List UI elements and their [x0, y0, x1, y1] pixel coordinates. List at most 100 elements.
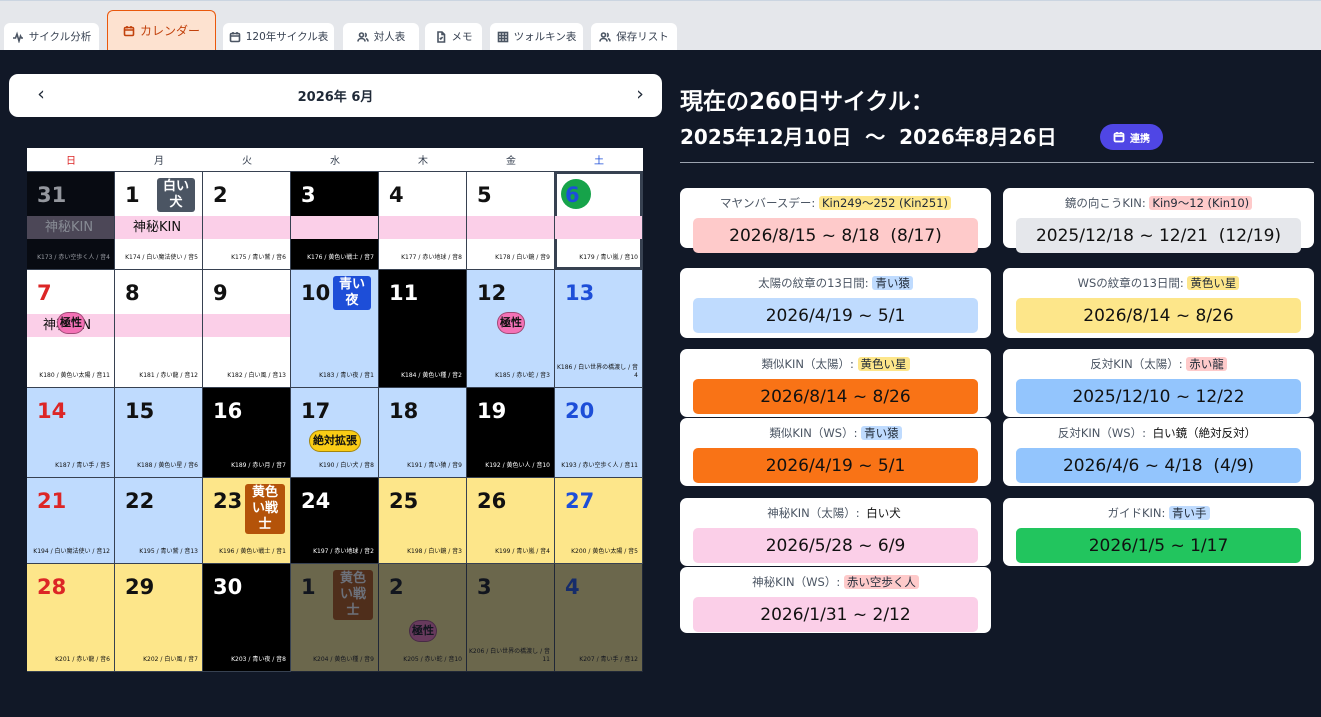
day-cell[interactable]: 19 K192 / 黄色い人 / 音10 [467, 388, 555, 478]
card-date-range: 2026/5/28 ~ 6/9 [693, 528, 978, 563]
day-cell[interactable]: 24 K197 / 赤い地球 / 音2 [291, 478, 379, 564]
day-cell[interactable]: 17 絶対拡張 K190 / 白い犬 / 音8 [291, 388, 379, 478]
kin-label: K189 / 赤い月 / 音7 [231, 462, 286, 469]
polarity-pill: 極性 [57, 312, 85, 334]
day-cell[interactable]: 7神秘KIN極性K180 / 黄色い太陽 / 音11 [27, 270, 115, 388]
tab-4[interactable]: 対人表 [343, 23, 419, 50]
weekday-header: 日 [27, 148, 115, 172]
calendar-icon [229, 31, 241, 42]
calendar-icon [123, 25, 135, 36]
day-number: 24 [301, 489, 331, 513]
day-cell[interactable]: 8 K181 / 赤い龍 / 音12 [115, 270, 203, 388]
day-cell[interactable]: 1 白い 犬神秘KIN K174 / 白い魔法使い / 音5 [115, 172, 203, 270]
card-label: 類似KIN（WS）: 青い猿 [680, 425, 991, 442]
cycle-card: 鏡の向こうKIN: Kin9〜12 (Kin10) 2025/12/18 ~ 12… [1003, 188, 1314, 253]
band-label: 神秘KIN [133, 220, 182, 235]
mystery-kin-band [291, 216, 378, 239]
day-number: 30 [213, 575, 243, 599]
card-label: 類似KIN（太陽）: 黄色い星 [680, 356, 991, 373]
kin-label: K195 / 青い鷲 / 音13 [139, 548, 198, 555]
tab-6[interactable]: ツォルキン表 [490, 23, 583, 50]
cycle-card: 神秘KIN（WS）: 赤い空歩く人 2026/1/31 ~ 2/12 [680, 567, 991, 633]
card-date-range: 2026/8/15 ~ 8/18 (8/17) [693, 218, 978, 253]
day-number: 26 [477, 489, 507, 513]
day-cell[interactable]: 22 K195 / 青い鷲 / 音13 [115, 478, 203, 564]
card-label: マヤンバースデー: Kin249〜252 (Kin251) [680, 195, 991, 212]
card-chip: 黄色い星 [857, 357, 910, 371]
polarity-pill: 絶対拡張 [309, 430, 361, 452]
day-seal-badge: 白い 犬 [157, 178, 195, 212]
day-number: 27 [565, 489, 595, 513]
calendar-icon [1113, 132, 1125, 143]
day-cell[interactable]: 5 K178 / 白い鏡 / 音9 [467, 172, 555, 270]
day-cell[interactable]: 15 K188 / 黄色い星 / 音6 [115, 388, 203, 478]
prev-month-button[interactable]: ‹ [29, 83, 53, 105]
day-number: 23 [213, 489, 243, 513]
day-cell[interactable]: 14 K187 / 青い手 / 音5 [27, 388, 115, 478]
tab-1[interactable]: サイクル分析 [4, 23, 99, 50]
card-label: 鏡の向こうKIN: Kin9〜12 (Kin10) [1003, 195, 1314, 212]
day-number: 7 [37, 281, 52, 305]
day-number: 17 [301, 399, 331, 423]
calendar-grid: 日月火水木金土 31 神秘KIN K173 / 赤い空歩く人 / 音4 1 白い 犬神秘K… [27, 148, 643, 672]
cycle-card: 類似KIN（WS）: 青い猿 2026/4/19 ~ 5/1 [680, 418, 991, 486]
day-cell[interactable]: 23 黄色 い戦 士 K196 / 黄色い戦士 / 音1 [203, 478, 291, 564]
card-date-range: 2026/1/31 ~ 2/12 [693, 597, 978, 632]
day-cell[interactable]: 26 K199 / 青い嵐 / 音4 [467, 478, 555, 564]
day-cell[interactable]: 10 青い 夜 K183 / 青い夜 / 音1 [291, 270, 379, 388]
tab-3[interactable]: 120年サイクル表 [223, 23, 334, 50]
day-cell[interactable]: 27 K200 / 黄色い太陽 / 音5 [555, 478, 643, 564]
kin-label: K197 / 赤い地球 / 音2 [313, 548, 374, 555]
day-number: 15 [125, 399, 155, 423]
tab-bar: サイクル分析 カレンダー 120年サイクル表 対人表 メモ ツォルキン表 保存リスト [0, 0, 1321, 50]
tab-7[interactable]: 保存リスト [591, 23, 677, 50]
card-label-text: 太陽の紋章の13日間: [758, 276, 869, 290]
weekday-header: 金 [467, 148, 555, 172]
tab-label: ツォルキン表 [513, 31, 577, 43]
day-number: 25 [389, 489, 419, 513]
day-seal-badge: 黄色 い戦 士 [245, 484, 285, 534]
kin-label: K203 / 青い夜 / 音8 [231, 656, 286, 663]
sync-button[interactable]: 連携 [1100, 124, 1163, 150]
kin-label: K202 / 白い風 / 音7 [143, 656, 198, 663]
day-cell[interactable]: 28 K201 / 赤い龍 / 音6 [27, 564, 115, 672]
day-cell[interactable]: 18 K191 / 青い猿 / 音9 [379, 388, 467, 478]
day-number: 29 [125, 575, 155, 599]
day-cell[interactable]: 6 K179 / 青い嵐 / 音10 [555, 172, 643, 270]
day-number: 18 [389, 399, 419, 423]
weekday-header: 水 [291, 148, 379, 172]
tab-2[interactable]: カレンダー [107, 10, 216, 50]
mystery-kin-band: 神秘KIN [115, 216, 202, 239]
weekday-header: 火 [203, 148, 291, 172]
day-number: 28 [37, 575, 67, 599]
tab-5[interactable]: メモ [425, 23, 482, 50]
kin-label: K175 / 青い鷲 / 音6 [231, 254, 286, 261]
next-month-button[interactable]: › [628, 83, 652, 105]
mystery-kin-band [115, 314, 202, 337]
day-cell[interactable]: 9 K182 / 白い風 / 音13 [203, 270, 291, 388]
day-cell[interactable]: 16 K189 / 赤い月 / 音7 [203, 388, 291, 478]
users-icon [599, 31, 612, 42]
day-cell[interactable]: 12 極性 K185 / 赤い蛇 / 音3 [467, 270, 555, 388]
day-cell[interactable]: 31 神秘KIN K173 / 赤い空歩く人 / 音4 [27, 172, 115, 270]
card-label: WSの紋章の13日間: 黄色い星 [1003, 275, 1314, 292]
day-cell[interactable]: 13 K186 / 白い世界の橋渡し / 音4 [555, 270, 643, 388]
kin-label: K183 / 青い夜 / 音1 [319, 372, 374, 379]
day-number: 9 [213, 281, 228, 305]
card-date-range: 2026/1/5 ~ 1/17 [1016, 528, 1301, 563]
sync-label: 連携 [1130, 133, 1150, 145]
kin-label: K180 / 黄色い太陽 / 音11 [39, 372, 110, 379]
day-cell[interactable]: 29 K202 / 白い風 / 音7 [115, 564, 203, 672]
day-cell[interactable]: 21 K194 / 白い魔法使い / 音12 [27, 478, 115, 564]
day-cell[interactable]: 11 K184 / 黄色い種 / 音2 [379, 270, 467, 388]
card-label: ガイドKIN: 青い手 [1003, 505, 1314, 522]
day-cell[interactable]: 20 K193 / 赤い空歩く人 / 音11 [555, 388, 643, 478]
card-chip: 青い猿 [861, 426, 902, 440]
day-cell[interactable]: 3 K176 / 黄色い戦士 / 音7 [291, 172, 379, 270]
card-chip: 青い手 [1169, 506, 1210, 520]
day-cell[interactable]: 2 K175 / 青い鷲 / 音6 [203, 172, 291, 270]
card-label: 反対KIN（太陽）: 赤い龍 [1003, 356, 1314, 373]
day-cell[interactable]: 4 K177 / 赤い地球 / 音8 [379, 172, 467, 270]
day-cell[interactable]: 25 K198 / 白い鏡 / 音3 [379, 478, 467, 564]
day-cell[interactable]: 30 K203 / 青い夜 / 音8 [203, 564, 291, 672]
